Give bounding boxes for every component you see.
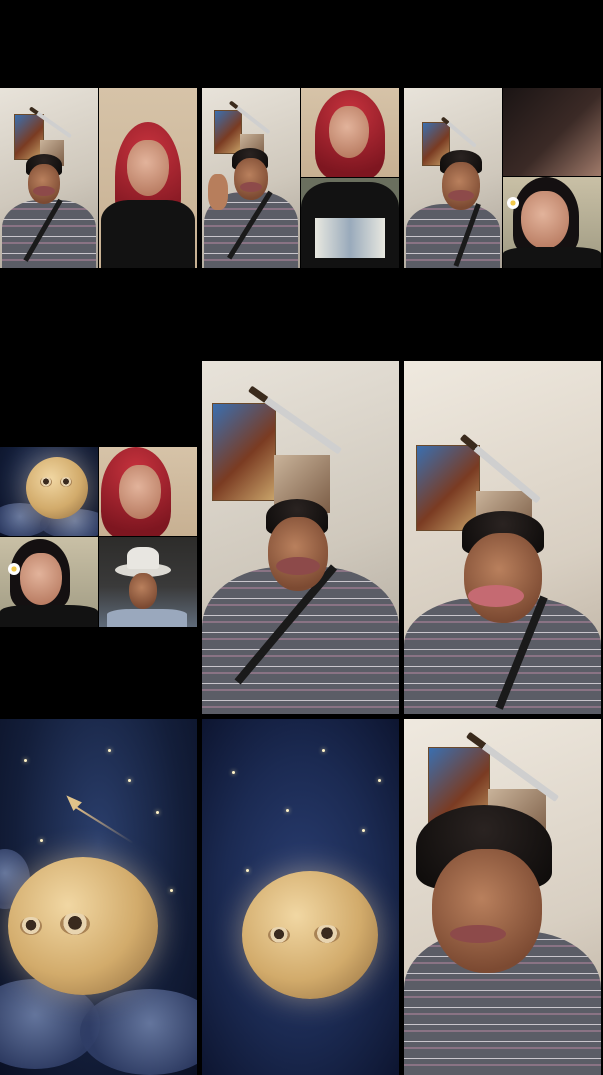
star bbox=[156, 811, 159, 814]
moon-face-icon bbox=[26, 457, 88, 519]
video-tile-moon[interactable] bbox=[0, 447, 98, 536]
panel-7[interactable] bbox=[0, 719, 197, 1075]
star bbox=[128, 779, 131, 782]
star bbox=[108, 749, 111, 752]
panel-9[interactable] bbox=[404, 719, 601, 1075]
panel-1[interactable] bbox=[0, 88, 197, 268]
face bbox=[129, 573, 157, 609]
cloud bbox=[80, 989, 197, 1075]
star bbox=[24, 759, 27, 762]
video-tile-dark-hair-woman[interactable] bbox=[503, 177, 601, 268]
face-filter bbox=[464, 533, 542, 623]
star bbox=[322, 749, 325, 752]
poster-icon bbox=[214, 110, 242, 154]
lips bbox=[240, 182, 262, 192]
moon-eye-left bbox=[268, 927, 290, 943]
flower-icon bbox=[507, 197, 519, 209]
video-tile-masked-man[interactable] bbox=[202, 88, 300, 268]
video-tile-red-hair-woman[interactable] bbox=[301, 88, 399, 177]
face bbox=[119, 465, 161, 519]
panel-4[interactable] bbox=[0, 447, 197, 627]
face bbox=[127, 140, 169, 196]
star bbox=[232, 771, 235, 774]
lips bbox=[448, 190, 474, 201]
striped-shirt bbox=[2, 200, 96, 268]
face bbox=[432, 849, 542, 973]
star bbox=[170, 889, 173, 892]
black-top bbox=[503, 247, 601, 268]
video-tile-red-hair-woman[interactable] bbox=[99, 447, 197, 536]
black-shirt bbox=[101, 200, 195, 268]
star bbox=[246, 869, 249, 872]
cowboy-hat-crown bbox=[127, 547, 159, 569]
striped-shirt bbox=[406, 204, 500, 268]
shirt bbox=[107, 609, 187, 627]
face bbox=[521, 191, 569, 249]
tee-print bbox=[315, 218, 385, 258]
lips bbox=[276, 557, 320, 575]
tongue-filter bbox=[468, 585, 524, 607]
moon-face-icon bbox=[242, 871, 378, 999]
panel-6[interactable] bbox=[404, 361, 601, 714]
face bbox=[329, 106, 369, 158]
video-tile-closeup[interactable] bbox=[503, 88, 601, 176]
video-tile-graphic-shirt[interactable] bbox=[301, 178, 399, 268]
lips bbox=[33, 186, 55, 196]
video-tile-cowboy-man[interactable] bbox=[99, 537, 197, 627]
video-tile-masked-man[interactable] bbox=[404, 88, 502, 268]
poster-icon bbox=[212, 403, 276, 501]
star bbox=[40, 839, 43, 842]
black-top bbox=[0, 605, 98, 627]
moon-eye-right bbox=[314, 925, 340, 943]
star bbox=[362, 829, 365, 832]
video-tile-red-hair-woman[interactable] bbox=[99, 88, 197, 268]
face-filter bbox=[442, 162, 480, 210]
panel-8[interactable] bbox=[202, 719, 399, 1075]
face-filter bbox=[28, 164, 60, 204]
star bbox=[378, 779, 381, 782]
face-filter bbox=[268, 517, 328, 591]
lips bbox=[450, 925, 506, 943]
moon-eye-right bbox=[60, 477, 72, 487]
flower-icon bbox=[8, 563, 20, 575]
video-tile-dark-hair-woman[interactable] bbox=[0, 537, 98, 627]
face-filter bbox=[234, 158, 268, 200]
panel-5[interactable] bbox=[202, 361, 399, 714]
panel-2[interactable] bbox=[202, 88, 399, 268]
moon-eye-left bbox=[40, 477, 52, 487]
moon-eye-left bbox=[20, 917, 42, 935]
star bbox=[286, 809, 289, 812]
moon-eye-right bbox=[60, 913, 90, 935]
hand bbox=[208, 174, 228, 210]
face bbox=[20, 553, 62, 605]
panel-3[interactable] bbox=[404, 88, 601, 268]
rocket-trail bbox=[73, 805, 134, 844]
video-tile-masked-man[interactable] bbox=[0, 88, 98, 268]
